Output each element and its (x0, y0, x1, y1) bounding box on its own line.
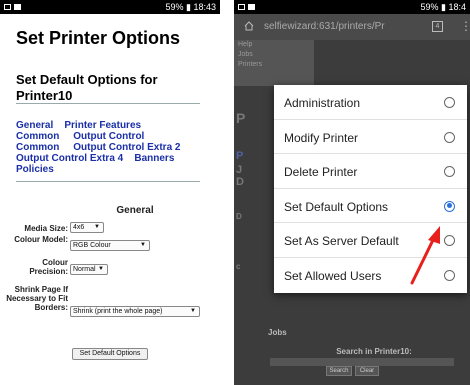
clear-button[interactable]: Clear (355, 366, 379, 376)
chevron-down-icon: ▼ (140, 242, 146, 248)
status-right-text: 59% ▮ 18:43 (165, 2, 217, 12)
chevron-down-icon: ▼ (94, 224, 100, 230)
status-bar: 59% ▮ 18:4 (234, 0, 470, 14)
notification-icons (4, 0, 21, 14)
message-icon (248, 4, 255, 10)
link-printer-features[interactable]: Printer Features (64, 120, 141, 131)
set-default-options-button[interactable]: Set Default Options (72, 348, 148, 360)
home-icon[interactable] (244, 21, 254, 31)
menu-item-label: Modify Printer (284, 130, 359, 145)
nav-item-jobs: Jobs (238, 51, 253, 58)
notification-icon (238, 4, 245, 10)
divider (16, 181, 200, 182)
radio-button[interactable] (444, 166, 455, 178)
radio-button[interactable] (444, 270, 455, 281)
colour-model-value: RGB Colour (73, 242, 111, 249)
browser-toolbar: selfiewizard:631/printers/Pr 4 ⋮ (234, 14, 470, 40)
notification-icons (238, 0, 255, 14)
menu-item-label: Set As Server Default (284, 234, 399, 249)
message-icon (14, 4, 21, 10)
link-general[interactable]: General (16, 120, 53, 131)
radio-button[interactable] (444, 235, 455, 247)
status-bar: 59% ▮ 18:43 (0, 0, 220, 14)
more-options-icon[interactable]: ⋮ (460, 20, 470, 32)
colour-precision-select[interactable]: Normal ▼ (70, 264, 108, 275)
dimmed-fragment: P (236, 110, 246, 126)
jobs-heading: Jobs (268, 328, 287, 337)
nav-menu: Help Jobs Printers (234, 40, 314, 86)
link-output-control-extra-2[interactable]: Output Control Extra 2 (73, 142, 180, 153)
chevron-down-icon: ▼ (190, 308, 196, 314)
dimmed-fragment: P (236, 150, 244, 162)
colour-precision-value: Normal (73, 266, 96, 273)
colour-model-label: Colour Model: (14, 235, 68, 244)
search-label: Search in Printer10: (336, 347, 412, 356)
shrink-value: Shrink (print the whole page) (73, 308, 163, 315)
menu-item-label: Delete Printer (284, 165, 358, 180)
menu-item-label: Set Allowed Users (284, 269, 382, 283)
printer-actions-menu: Administration Modify Printer Delete Pri… (274, 85, 467, 293)
menu-item-label: Set Default Options (284, 199, 389, 214)
media-size-value: 4x6 (73, 224, 85, 231)
radio-button[interactable] (444, 131, 455, 143)
section-heading: General (116, 205, 154, 216)
status-right-text: 59% ▮ 18:4 (420, 2, 466, 12)
menu-item-label: Administration (284, 96, 361, 110)
link-common[interactable]: Common (16, 131, 59, 142)
shrink-label: Shrink Page If Necessary to Fit Borders: (6, 285, 68, 312)
menu-item-modify-printer[interactable]: Modify Printer (274, 120, 467, 155)
option-links: General Printer Features Common Output C… (16, 120, 216, 175)
subtitle: Set Default Options for Printer10 (16, 72, 158, 103)
url-field[interactable]: selfiewizard:631/printers/Pr (264, 21, 385, 32)
page-title: Set Printer Options (16, 28, 181, 48)
nav-item-help: Help (238, 41, 253, 48)
divider (16, 103, 200, 104)
radio-button[interactable] (444, 97, 455, 108)
shrink-select[interactable]: Shrink (print the whole page) ▼ (70, 306, 200, 317)
media-size-label: Media Size: (24, 224, 68, 233)
search-button[interactable]: Search (326, 366, 352, 376)
link-policies[interactable]: Policies (16, 164, 54, 175)
menu-item-set-allowed-users[interactable]: Set Allowed Users (274, 258, 467, 293)
link-common-2[interactable]: Common (16, 142, 59, 153)
menu-item-delete-printer[interactable]: Delete Printer (274, 154, 467, 189)
colour-precision-label: Colour Precision: (29, 258, 68, 276)
dimmed-fragment: J (236, 164, 243, 176)
menu-item-set-default-options[interactable]: Set Default Options (274, 189, 467, 224)
link-output-control[interactable]: Output Control (73, 131, 144, 142)
chevron-down-icon: ▼ (98, 266, 104, 272)
notification-icon (4, 4, 11, 10)
left-phone-screen: 59% ▮ 18:43 Set Printer Options Set Defa… (0, 0, 220, 385)
search-input[interactable] (270, 358, 454, 366)
dimmed-fragment: D (236, 176, 244, 188)
tabs-count-icon[interactable]: 4 (432, 21, 443, 32)
link-output-control-extra-4[interactable]: Output Control Extra 4 (16, 153, 123, 164)
radio-button-selected[interactable] (444, 200, 455, 212)
colour-model-select[interactable]: RGB Colour ▼ (70, 240, 150, 251)
link-banners[interactable]: Banners (134, 153, 174, 164)
media-size-select[interactable]: 4x6 ▼ (70, 222, 104, 233)
dimmed-fragment: c (236, 262, 241, 271)
dimmed-fragment: D (236, 212, 242, 221)
menu-item-set-as-server-default[interactable]: Set As Server Default (274, 223, 467, 258)
nav-item-printers: Printers (238, 61, 263, 68)
menu-item-administration[interactable]: Administration (274, 85, 467, 120)
